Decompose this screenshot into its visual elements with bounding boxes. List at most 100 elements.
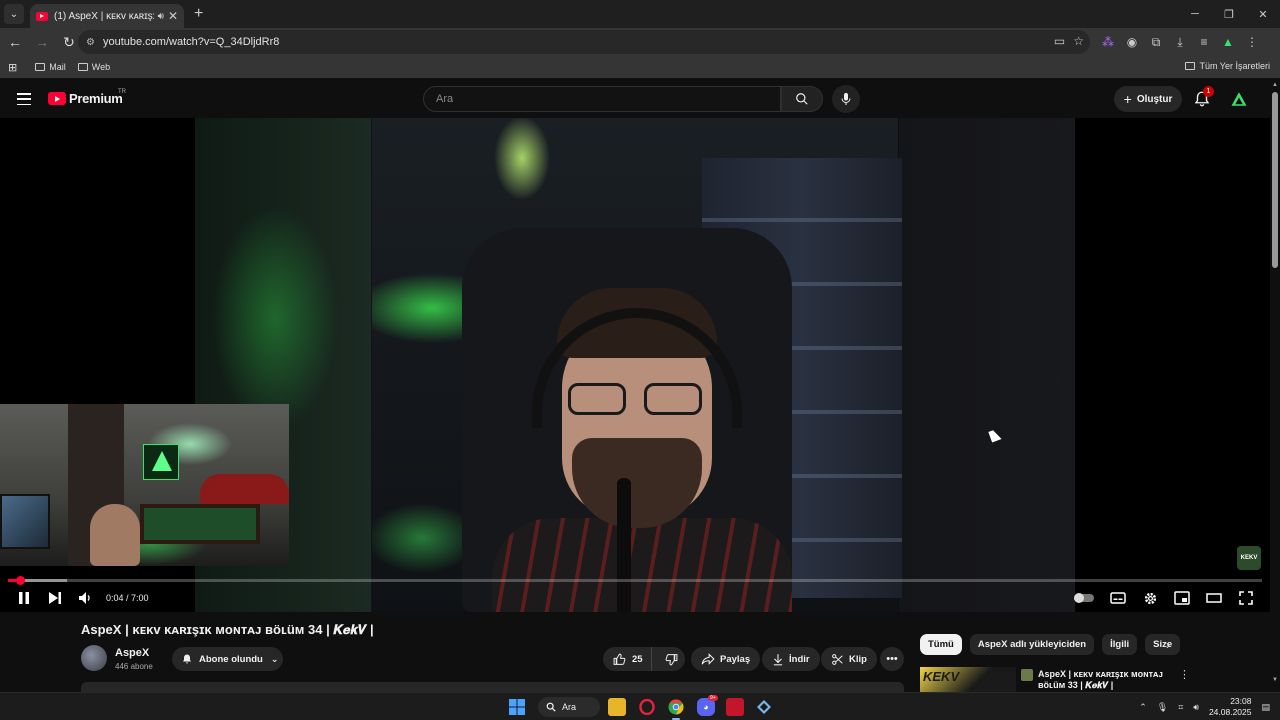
app-diamond-logo-icon [757,700,771,714]
tab-audio-playing-icon[interactable]: 🔊︎ [158,11,164,22]
back-arrow-icon[interactable]: ← [3,30,27,54]
like-button[interactable]: 25 [603,647,653,671]
voice-search-button[interactable] [832,85,860,113]
recommendation-more-icon[interactable]: ⋮ [1179,668,1190,681]
time-display: 0:04 / 7:00 [106,593,149,603]
cast-icon[interactable]: ▭ [1054,34,1065,48]
page-scrollbar[interactable] [1270,80,1280,692]
tray-overflow-chevron-icon[interactable]: ⌃ [1139,702,1147,713]
reading-list-icon[interactable]: ≡ [1196,30,1212,54]
more-actions-button[interactable]: ••• [880,647,904,671]
next-button[interactable] [45,588,65,608]
extension-purple-icon[interactable]: ⁂ [1100,30,1116,54]
overlay-pool-table [140,504,260,544]
description-box[interactable] [81,682,904,692]
chip-for-you[interactable]: Size [1145,634,1181,655]
autoplay-toggle[interactable] [1073,588,1095,608]
apps-grid-icon[interactable]: ⊞ [8,61,17,74]
pause-icon [19,592,29,604]
settings-button[interactable] [1140,588,1160,608]
system-tray: ⌃ 🎙︎ ⌗ 🔊︎ 23:08 24.08.2025 ▤ [1139,696,1270,718]
account-avatar-icon[interactable] [1230,90,1248,108]
taskbar-clock[interactable]: 23:08 24.08.2025 [1209,696,1252,718]
chip-related[interactable]: İlgili [1102,634,1138,655]
recommendation-thumbnail[interactable]: KEKV [920,667,1016,692]
tray-microphone-icon[interactable]: 🎙︎ [1157,702,1168,713]
chrome-icon[interactable] [667,698,685,716]
scrollbar-thumb[interactable] [1272,92,1278,268]
screen: ⌄ (1) AspeX | ᴋᴇᴋᴠ ᴋᴀʀɪşɪᴋ ᴍᴏɴᴛᴀᴊ 🔊︎ ✕ +… [0,0,1280,720]
tray-volume-icon[interactable]: 🔊︎ [1193,702,1199,713]
tab-title: (1) AspeX | ᴋᴇᴋᴠ ᴋᴀʀɪşɪᴋ ᴍᴏɴᴛᴀᴊ [54,10,154,22]
theater-mode-button[interactable] [1204,588,1224,608]
screenshot-camera-icon[interactable]: ◉ [1124,30,1140,54]
recommendation-title[interactable]: AspeX | ᴋᴇᴋᴠ ᴋᴀʀɪşɪᴋ ᴍᴏɴᴛᴀᴊ ʙöʟüᴍ 33 | 𝑲… [1038,669,1168,692]
download-icon[interactable]: ⤓ [1172,30,1188,54]
bookmark-label: Mail [49,62,66,72]
scroll-down-icon[interactable]: ▼ [1272,677,1278,683]
pause-button[interactable] [14,588,34,608]
chip-all[interactable]: Tümü [920,634,962,655]
search-input[interactable]: Ara [423,86,781,112]
all-bookmarks-label: Tüm Yer İşaretleri [1199,61,1270,71]
bookmark-star-icon[interactable]: ☆ [1073,34,1084,48]
chip-from-uploader[interactable]: AspeX adlı yükleyiciden [969,634,1095,655]
video-frame-center [372,118,902,612]
share-button[interactable]: Paylaş [691,647,761,671]
recommendation-channel-avatar[interactable] [1021,669,1033,681]
fullscreen-button[interactable] [1236,588,1256,608]
channel-name[interactable]: AspeX [115,647,149,659]
plus-icon: + [1123,91,1132,107]
chips-next-chevron-icon[interactable]: › [1166,638,1170,652]
progress-bar[interactable] [8,576,1262,585]
app-red-icon[interactable] [726,698,744,716]
app-blue-icon[interactable] [755,698,773,716]
dislike-button[interactable] [657,647,685,671]
youtube-premium-logo[interactable]: Premium TR [48,89,126,106]
bookmark-mail[interactable]: Mail [35,62,66,72]
clip-label: Klip [849,653,867,665]
share-label: Paylaş [720,653,751,665]
windows-start-icon[interactable] [508,698,526,716]
menu-hamburger-icon[interactable] [17,93,31,105]
address-bar[interactable]: ⚙︎ youtube.com/watch?v=Q_34DljdRr8 ▭ ☆ [78,30,1090,54]
scroll-up-icon[interactable]: ▲ [1272,82,1278,88]
all-bookmarks[interactable]: Tüm Yer İşaretleri [1185,61,1270,71]
file-explorer-icon[interactable] [608,698,626,716]
subtitles-button[interactable] [1108,588,1128,608]
browser-menu-icon[interactable]: ⋮ [1244,30,1260,54]
tab-close-icon[interactable]: ✕ [168,9,178,23]
thumbs-up-icon [613,653,626,665]
new-tab-plus-icon[interactable]: + [194,5,203,23]
clip-button[interactable]: Klip [821,647,877,671]
bell-icon [183,654,191,664]
restore-icon[interactable]: ❐ [1212,0,1246,28]
clock-time: 23:08 [1230,696,1252,706]
channel-watermark[interactable]: KEKV [1237,546,1261,570]
extensions-puzzle-icon[interactable]: ⧉ [1148,30,1164,54]
download-button[interactable]: İndir [762,647,820,671]
subscribed-button[interactable]: Abone olundu ⌄ [172,647,283,671]
video-player[interactable]: KEKV 0:04 / 7:00 [0,118,1270,612]
search-button[interactable] [781,86,823,112]
forward-arrow-icon[interactable]: → [30,30,54,54]
youtube-favicon-icon [36,11,48,21]
logo-region: TR [118,89,126,95]
create-button[interactable]: + Oluştur [1114,86,1182,112]
profile-icon[interactable]: ▲ [1220,30,1236,54]
tray-network-icon[interactable]: ⌗ [1178,702,1183,713]
tab-search-chevron-icon[interactable]: ⌄ [4,4,24,24]
bookmark-web[interactable]: Web [77,62,110,72]
scissors-icon [832,653,843,665]
browser-tab-active[interactable]: (1) AspeX | ᴋᴇᴋᴠ ᴋᴀʀɪşɪᴋ ᴍᴏɴᴛᴀᴊ 🔊︎ ✕ [30,4,184,28]
notification-center-icon[interactable]: ▤ [1261,702,1270,713]
opera-icon[interactable] [638,698,656,716]
window-close-icon[interactable]: ✕ [1246,0,1280,28]
channel-avatar[interactable] [81,645,107,671]
miniplayer-button[interactable] [1172,588,1192,608]
taskbar-search[interactable]: Ara [538,697,600,717]
mute-button[interactable] [75,588,95,608]
search-icon [796,93,808,105]
site-info-icon[interactable]: ⚙︎ [86,37,95,48]
minimize-icon[interactable]: ─ [1178,0,1212,28]
